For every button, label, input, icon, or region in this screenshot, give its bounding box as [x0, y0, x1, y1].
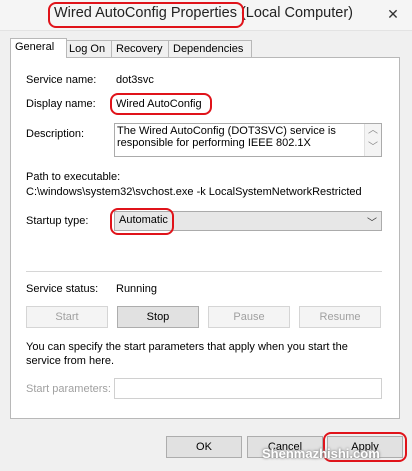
ok-button[interactable]: OK — [166, 436, 242, 458]
description-scrollbar[interactable]: ︿ ﹀ — [364, 124, 381, 156]
service-status-value: Running — [116, 283, 157, 295]
start-params-label: Start parameters: — [26, 383, 111, 395]
startup-type-select[interactable]: Automatic ﹀ — [114, 211, 382, 231]
start-button[interactable]: Start — [26, 306, 108, 328]
service-name-label: Service name: — [26, 74, 97, 86]
watermark: Shenmazhishi.com — [262, 446, 380, 461]
startup-type-value: Automatic — [119, 214, 168, 226]
section-divider — [26, 271, 382, 272]
scroll-up-icon[interactable]: ︿ — [365, 124, 381, 138]
title-bar: Wired AutoConfig Properties (Local Compu… — [0, 0, 412, 31]
scroll-down-icon[interactable]: ﹀ — [365, 141, 381, 155]
startup-type-label: Startup type: — [26, 215, 89, 227]
close-icon[interactable]: ✕ — [380, 4, 406, 24]
tab-recovery[interactable]: Recovery — [111, 40, 171, 57]
display-name-value[interactable]: Wired AutoConfig — [116, 98, 202, 110]
path-value: C:\windows\system32\svchost.exe -k Local… — [26, 186, 362, 198]
stop-button[interactable]: Stop — [117, 306, 199, 328]
tab-general[interactable]: General — [10, 38, 67, 58]
chevron-down-icon[interactable]: ﹀ — [367, 214, 377, 229]
description-text: The Wired AutoConfig (DOT3SVC) service i… — [117, 125, 336, 149]
pause-button[interactable]: Pause — [208, 306, 290, 328]
tab-dependencies[interactable]: Dependencies — [168, 40, 252, 57]
window-title: Wired AutoConfig Properties (Local Compu… — [54, 5, 353, 21]
start-params-input[interactable] — [114, 378, 382, 399]
resume-button[interactable]: Resume — [299, 306, 381, 328]
description-label: Description: — [26, 128, 85, 140]
service-status-label: Service status: — [26, 283, 99, 295]
path-label: Path to executable: — [26, 171, 121, 183]
tab-strip: General Log On Recovery Dependencies — [10, 38, 402, 58]
tab-log-on[interactable]: Log On — [64, 40, 114, 57]
description-box[interactable]: The Wired AutoConfig (DOT3SVC) service i… — [114, 123, 382, 157]
display-name-label: Display name: — [26, 98, 96, 110]
service-name-value: dot3svc — [116, 74, 154, 86]
start-params-info: You can specify the start parameters tha… — [26, 341, 348, 367]
